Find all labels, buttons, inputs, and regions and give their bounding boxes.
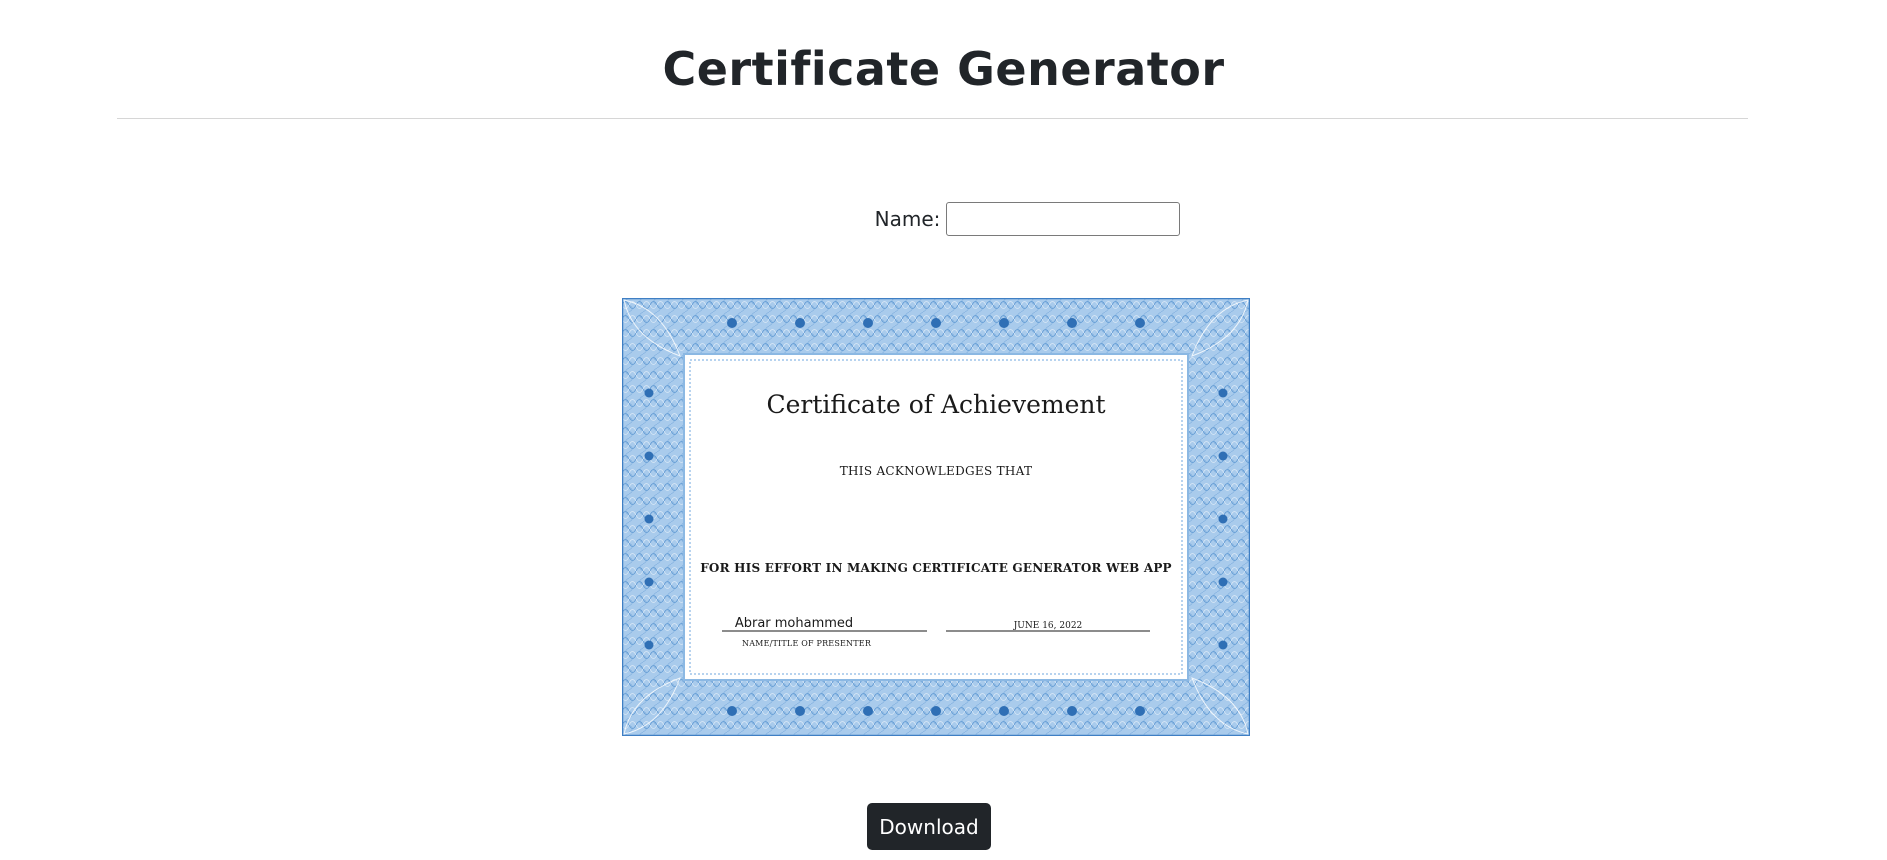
presenter-name: Abrar mohammed — [734, 616, 854, 631]
certificate-reason-text: FOR HIS EFFORT IN MAKING CERTIFICATE GEN… — [700, 561, 1172, 575]
download-button[interactable]: Download — [867, 803, 991, 850]
name-form-row: Name: — [0, 199, 1887, 239]
certificate-preview: Certificate of Achievement THIS ACKNOWLE… — [622, 298, 1250, 736]
title-divider — [117, 118, 1748, 119]
name-input[interactable] — [946, 202, 1181, 236]
name-label: Name: — [874, 207, 941, 231]
certificate-acknowledges-text: THIS ACKNOWLEDGES THAT — [839, 464, 1033, 478]
certificate-title: Certificate of Achievement — [766, 390, 1106, 419]
certificate-date: JUNE 16, 2022 — [1013, 621, 1083, 631]
presenter-label: NAME/TITLE OF PRESENTER — [742, 639, 872, 648]
page-title: Certificate Generator — [662, 42, 1225, 96]
certificate-border-frame — [622, 298, 1250, 736]
